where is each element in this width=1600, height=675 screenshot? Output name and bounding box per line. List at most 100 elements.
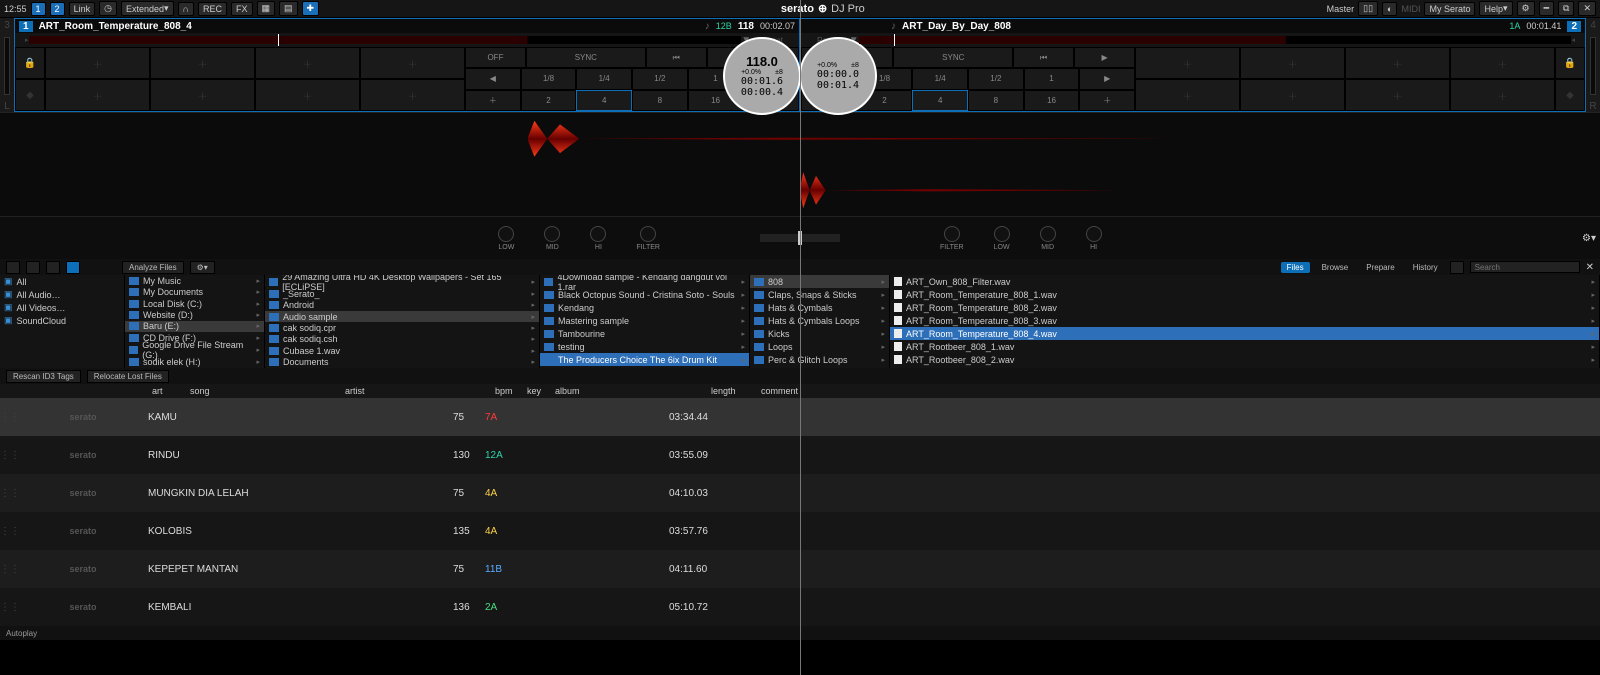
browser-item[interactable]: sodik elek (H:)▸ [125,357,264,368]
mid-knob-2[interactable]: MID [1040,226,1056,251]
browse-tab[interactable]: Browse [1316,262,1355,273]
close-icon[interactable]: ✕ [1578,1,1596,16]
github-icon[interactable]: ◐ [1382,2,1397,16]
hotcue[interactable]: ＋ [150,79,255,111]
deck-2-platter[interactable]: +0.0%±8 00:00.0 00:01.4 [799,37,877,115]
cue-icon[interactable]: ◆ [1555,79,1585,111]
browser-item[interactable]: Kendang▸ [540,301,749,314]
off-button[interactable]: OFF [465,47,526,68]
crate-icon[interactable] [26,261,40,274]
low-knob-2[interactable]: LOW [994,226,1010,251]
browser-item[interactable]: ART_Room_Temperature_808_3.wav▸ [890,314,1599,327]
beat-div[interactable]: 2 [521,90,577,111]
hotcue[interactable]: ＋ [45,47,150,79]
sidebar-item[interactable]: ▣ All Videos… [0,301,124,314]
filter-knob-2[interactable]: FILTER [940,226,964,251]
browser-item[interactable]: The Producers Choice The 6ix Drum Kit▸ [540,353,749,366]
browser-item[interactable]: Black Octopus Sound - Cristina Soto - So… [540,288,749,301]
browser-item[interactable]: ART_Room_Temperature_808_4.wav▸ [890,327,1599,340]
play-button[interactable]: ▶ [1074,47,1135,68]
sync-button[interactable]: SYNC [526,47,646,68]
mic-icon[interactable]: ◷ [99,1,117,16]
cue-lock-icon[interactable]: 🔒 [15,47,45,79]
browser-item[interactable]: Hats & Cymbals▸ [750,301,889,314]
browser-item[interactable]: Audio sample▸ [265,311,539,322]
headphone-icon[interactable]: ∩ [178,2,194,16]
analyze-button[interactable]: Analyze Files [122,261,184,274]
max-icon[interactable]: ⧉ [1558,1,1574,16]
files-tab[interactable]: Files [1281,262,1310,273]
browser-item[interactable]: My Music▸ [125,275,264,286]
deck-1-toggle[interactable]: 1 [31,2,46,16]
autoplay-button[interactable]: Autoplay [6,629,37,638]
beat-div[interactable]: 1/4 [912,68,968,89]
browser-item[interactable]: Loops▸ [750,340,889,353]
prev-button[interactable]: ⏮ [1013,47,1074,68]
prepare-tab[interactable]: Prepare [1360,262,1400,273]
browser-item[interactable]: 4Download sample - Kendang dangdut vol 1… [540,275,749,288]
analyze-settings-icon[interactable]: ⚙▾ [190,261,215,274]
browser-item[interactable]: Tambourine▸ [540,327,749,340]
browser-item[interactable]: 808▸ [750,275,889,288]
my-serato-button[interactable]: My Serato [1424,2,1475,16]
add-icon[interactable]: ✚ [302,1,320,16]
deck-2-overview[interactable]: Repeat ▼ ◂ [801,33,1585,47]
grid-icon[interactable]: ▤ [279,1,298,16]
hotcue[interactable]: ＋ [1240,79,1345,111]
browser-item[interactable]: Kicks▸ [750,327,889,340]
sort-icon[interactable] [1450,261,1464,274]
cue-icon[interactable]: ◆ [15,79,45,111]
panel-settings-icon[interactable]: ⚙▾ [1582,233,1596,244]
fx-button[interactable]: FX [231,2,253,16]
grid-view-icon[interactable] [66,261,80,274]
browser-item[interactable]: Android▸ [265,299,539,310]
loop-add[interactable]: ＋ [465,90,521,111]
sidebar-item[interactable]: ▣ SoundCloud [0,314,124,327]
browser-item[interactable]: ART_Room_Temperature_808_2.wav▸ [890,301,1599,314]
beat-div[interactable]: 8 [632,90,688,111]
hotcue[interactable]: ＋ [1240,47,1345,79]
sync-button[interactable]: SYNC [893,47,1013,68]
hi-knob-1[interactable]: HI [590,226,606,251]
beat-div[interactable]: 1/4 [576,68,632,89]
low-knob-1[interactable]: LOW [498,226,514,251]
browser-item[interactable]: Cubase 1.wav▸ [265,345,539,356]
rec-button[interactable]: REC [198,2,227,16]
hotcue[interactable]: ＋ [1345,47,1450,79]
search-input[interactable] [1470,261,1580,273]
hotcue[interactable]: ＋ [1135,79,1240,111]
browser-item[interactable]: testing▸ [540,340,749,353]
deck-1-overview[interactable]: ▸ ▼ Repeat [15,33,799,47]
sidebar-item[interactable]: ▣ All Audio… [0,288,124,301]
min-icon[interactable]: ━ [1539,1,1554,16]
beat-div[interactable]: 16 [1024,90,1080,111]
link-button[interactable]: Link [69,2,96,16]
view-mode[interactable]: Extended ▾ [121,1,174,16]
browser-item[interactable]: Claps, Snaps & Sticks▸ [750,288,889,301]
browser-item[interactable]: ART_Rootbeer_808_1.wav▸ [890,340,1599,353]
deck-2-toggle[interactable]: 2 [50,2,65,16]
browser-item[interactable]: 29 Amazing Ultra HD 4K Desktop Wallpaper… [265,275,539,288]
add-crate-icon[interactable] [6,261,20,274]
loop-add[interactable]: ＋ [1079,90,1135,111]
hotcue[interactable]: ＋ [45,79,150,111]
search-close-icon[interactable]: ✕ [1586,262,1594,273]
browser-item[interactable]: Perc & Glitch Loops▸ [750,353,889,366]
prev-button[interactable]: ⏮ [646,47,707,68]
browser-item[interactable]: Hats & Cymbals Loops▸ [750,314,889,327]
beat-div[interactable]: 1 [1024,68,1080,89]
beat-div[interactable]: 1/2 [968,68,1024,89]
beat-div-active[interactable]: 4 [912,90,968,111]
browser-item[interactable]: ART_Room_Temperature_808_1.wav▸ [890,288,1599,301]
help-button[interactable]: Help ▾ [1479,1,1512,16]
hotcue[interactable]: ＋ [1450,79,1555,111]
browser-item[interactable]: _Serato_▸ [265,288,539,299]
relocate-button[interactable]: Relocate Lost Files [87,370,169,383]
beat-div[interactable]: 8 [968,90,1024,111]
hotcue[interactable]: ＋ [360,79,465,111]
beat-div-active[interactable]: 4 [576,90,632,111]
browser-item[interactable]: Google Drive File Stream (G:)▸ [125,344,264,357]
filter-knob-1[interactable]: FILTER [636,226,660,251]
beat-div[interactable]: 1/8 [521,68,577,89]
browser-item[interactable]: Documents▸ [265,357,539,368]
